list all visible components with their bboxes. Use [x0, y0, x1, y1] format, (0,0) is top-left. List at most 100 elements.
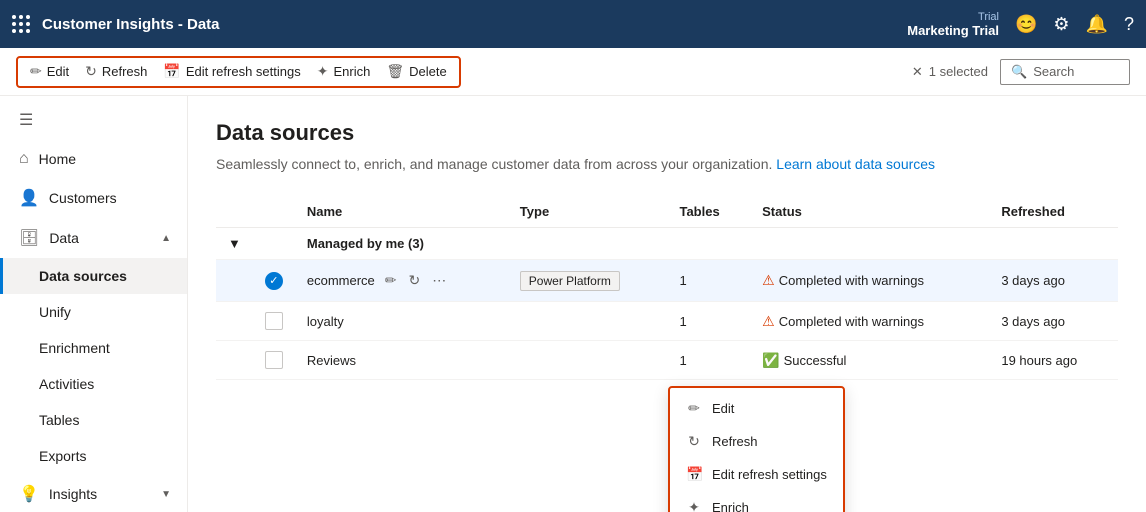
sidebar-item-label: Home	[39, 151, 76, 167]
sidebar-item-insights[interactable]: 💡 Insights ▼	[0, 474, 187, 512]
sidebar: ☰ ⌂ Home 👤 Customers 🗄 Data ▲ Data sourc…	[0, 96, 188, 512]
chevron-right-icon: ▼	[161, 489, 171, 500]
app-title: Customer Insights - Data	[42, 16, 220, 33]
sidebar-item-tables[interactable]: Tables	[0, 402, 187, 438]
sidebar-item-enrichment[interactable]: Enrichment	[0, 330, 187, 366]
waffle-icon[interactable]	[12, 15, 30, 33]
insights-icon: 💡	[19, 484, 39, 504]
edit-refresh-settings-button[interactable]: 📅 Edit refresh settings	[157, 59, 306, 84]
top-nav: Customer Insights - Data Trial Marketing…	[0, 0, 1146, 48]
settings-icon[interactable]: ⚙	[1053, 14, 1069, 35]
page-description: Seamlessly connect to, enrich, and manag…	[216, 156, 1118, 172]
data-table: Name Type Tables Status Refreshed ▼ Mana…	[216, 196, 1118, 380]
sidebar-item-label: Data sources	[39, 268, 127, 284]
refresh-icon: ↻	[686, 433, 702, 450]
row-refresh-button[interactable]: ↻	[407, 270, 423, 291]
sidebar-item-label: Tables	[39, 412, 79, 428]
home-icon: ⌂	[19, 150, 29, 168]
edit-refresh-icon: 📅	[163, 63, 180, 80]
row-name: ecommerce	[307, 273, 375, 288]
sidebar-item-label: Data	[49, 230, 151, 246]
bell-icon[interactable]: 🔔	[1086, 14, 1108, 35]
sidebar-item-home[interactable]: ⌂ Home	[0, 140, 187, 178]
chevron-down-icon: ▲	[161, 233, 171, 244]
edit-refresh-icon: 📅	[686, 466, 702, 483]
search-icon: 🔍	[1011, 64, 1027, 80]
refreshed-text: 19 hours ago	[989, 341, 1118, 380]
enrich-button[interactable]: ✦ Enrich	[311, 59, 377, 84]
row-checkbox[interactable]	[265, 312, 283, 330]
sidebar-item-customers[interactable]: 👤 Customers	[0, 178, 187, 218]
row-checkbox[interactable]: ✓	[265, 272, 283, 290]
edit-icon: ✏	[30, 63, 42, 80]
row-checkbox[interactable]	[265, 351, 283, 369]
group-row: ▼ Managed by me (3)	[216, 228, 1118, 260]
sidebar-item-activities[interactable]: Activities	[0, 366, 187, 402]
sidebar-item-label: Unify	[39, 304, 71, 320]
type-tag: Power Platform	[520, 271, 620, 291]
warning-icon: ⚠	[762, 313, 775, 330]
sidebar-item-hamburger[interactable]: ☰	[0, 100, 187, 140]
enrich-icon: ✦	[317, 63, 329, 80]
help-icon[interactable]: ?	[1124, 14, 1134, 35]
enrich-icon: ✦	[686, 499, 702, 512]
col-refreshed-header: Refreshed	[989, 196, 1118, 228]
refresh-button[interactable]: ↻ Refresh	[79, 59, 153, 84]
hamburger-icon: ☰	[19, 110, 33, 130]
success-icon: ✅	[762, 352, 779, 369]
context-menu-item-edit[interactable]: ✏ Edit	[670, 392, 843, 425]
data-icon: 🗄	[19, 228, 39, 248]
col-tables-header: Tables	[667, 196, 750, 228]
context-menu: ✏ Edit ↻ Refresh 📅 Edit refresh settings…	[668, 386, 845, 512]
sidebar-item-label: Enrichment	[39, 340, 110, 356]
row-edit-button[interactable]: ✏	[383, 270, 399, 291]
sidebar-item-label: Insights	[49, 486, 151, 502]
page-title: Data sources	[216, 120, 1118, 146]
user-icon[interactable]: 😊	[1015, 14, 1037, 35]
col-check-header	[253, 196, 295, 228]
sidebar-item-label: Activities	[39, 376, 94, 392]
col-expand-header	[216, 196, 253, 228]
col-status-header: Status	[750, 196, 989, 228]
group-label: Managed by me (3)	[295, 228, 1118, 260]
main-content: Data sources Seamlessly connect to, enri…	[188, 96, 1146, 512]
tables-count: 1	[667, 260, 750, 302]
trial-badge: Trial Marketing Trial	[907, 11, 999, 38]
tables-count: 1	[667, 341, 750, 380]
delete-button[interactable]: 🗑 Delete	[380, 59, 452, 84]
row-name: Reviews	[295, 341, 508, 380]
tables-count: 1	[667, 302, 750, 341]
refreshed-text: 3 days ago	[989, 302, 1118, 341]
status-text: Completed with warnings	[779, 314, 924, 329]
sidebar-item-exports[interactable]: Exports	[0, 438, 187, 474]
selected-badge: ✕ 1 selected	[912, 64, 988, 80]
context-menu-item-refresh[interactable]: ↻ Refresh	[670, 425, 843, 458]
sidebar-item-unify[interactable]: Unify	[0, 294, 187, 330]
refreshed-text: 3 days ago	[989, 260, 1118, 302]
toolbar: ✏ Edit ↻ Refresh 📅 Edit refresh settings…	[0, 48, 1146, 96]
sidebar-item-label: Customers	[49, 190, 117, 206]
edit-icon: ✏	[686, 400, 702, 417]
row-more-button[interactable]: ⋯	[430, 270, 448, 291]
delete-icon: 🗑	[386, 63, 404, 80]
context-menu-item-enrich[interactable]: ✦ Enrich	[670, 491, 843, 512]
sidebar-item-label: Exports	[39, 448, 86, 464]
context-menu-item-edit-refresh[interactable]: 📅 Edit refresh settings	[670, 458, 843, 491]
edit-button[interactable]: ✏ Edit	[24, 59, 75, 84]
row-name: loyalty	[295, 302, 508, 341]
sidebar-item-data-sources[interactable]: Data sources	[0, 258, 187, 294]
table-row[interactable]: Reviews 1 ✅ Successful 19 hours ago	[216, 341, 1118, 380]
toolbar-action-group: ✏ Edit ↻ Refresh 📅 Edit refresh settings…	[16, 56, 461, 88]
sidebar-item-data[interactable]: 🗄 Data ▲	[0, 218, 187, 258]
status-text: Successful	[784, 353, 847, 368]
table-row[interactable]: loyalty 1 ⚠ Completed with warnings 3 da…	[216, 302, 1118, 341]
learn-link[interactable]: Learn about data sources	[776, 156, 935, 172]
col-name-header: Name	[295, 196, 508, 228]
refresh-icon: ↻	[85, 63, 97, 80]
customers-icon: 👤	[19, 188, 39, 208]
status-text: Completed with warnings	[779, 273, 924, 288]
warning-icon: ⚠	[762, 272, 775, 289]
table-row[interactable]: ✓ ecommerce ✏ ↻ ⋯ Power Platform 1	[216, 260, 1118, 302]
close-selected-icon[interactable]: ✕	[912, 64, 923, 80]
search-box[interactable]: 🔍 Search	[1000, 59, 1130, 85]
